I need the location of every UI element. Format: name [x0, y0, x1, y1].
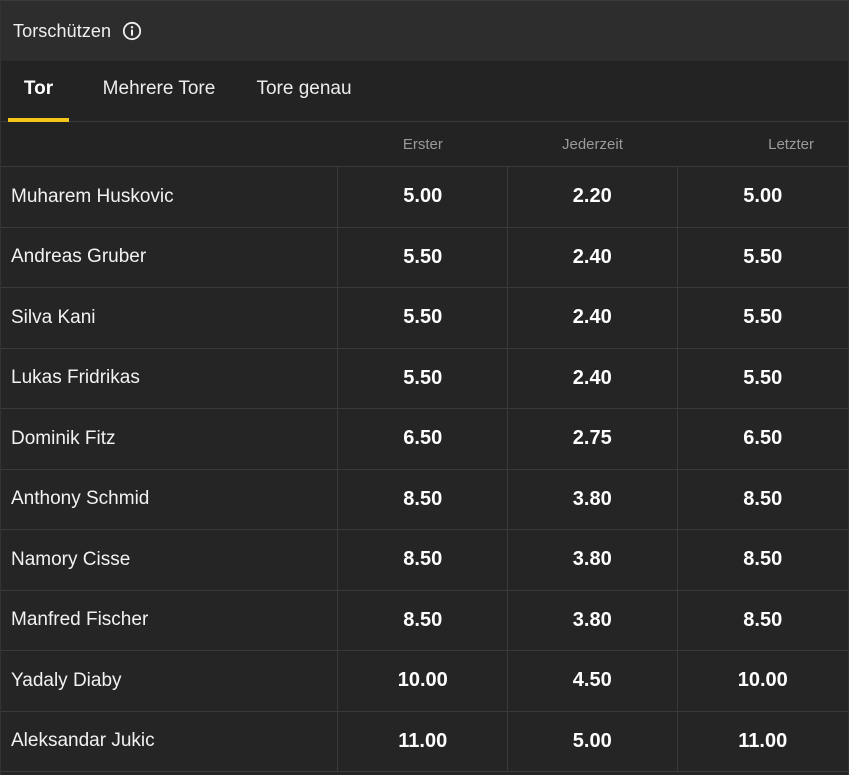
- odds-button-letzter[interactable]: 5.50: [678, 349, 848, 409]
- player-name: Lukas Fridrikas: [1, 348, 339, 408]
- odds-button-letzter[interactable]: 8.50: [678, 530, 848, 590]
- odds-button-letzter[interactable]: 10.00: [678, 651, 848, 711]
- market-title: Torschützen: [13, 20, 112, 41]
- odds-button-letzter[interactable]: 5.50: [678, 288, 848, 348]
- column-header-letzter: Letzter: [768, 135, 814, 153]
- odds-button-erster[interactable]: 6.50: [338, 409, 508, 469]
- odds-button-jederzeit[interactable]: 2.40: [508, 348, 678, 408]
- table-row: Namory Cisse 8.50 3.80 8.50: [1, 530, 848, 591]
- odds-button-jederzeit[interactable]: 2.40: [508, 227, 678, 287]
- odds-button-letzter[interactable]: 11.00: [678, 712, 848, 772]
- column-header-row: Erster Jederzeit Letzter: [1, 122, 848, 167]
- player-name: Manfred Fischer: [1, 590, 339, 650]
- player-name: Aleksandar Jukic: [1, 711, 339, 771]
- table-row: Dominik Fitz 6.50 2.75 6.50: [1, 409, 848, 470]
- market-tabs: Tor Mehrere Tore Tore genau: [1, 61, 848, 122]
- odds-button-erster[interactable]: 11.00: [338, 711, 508, 771]
- odds-button-jederzeit[interactable]: 4.50: [508, 651, 678, 711]
- odds-button-jederzeit[interactable]: 2.75: [508, 409, 678, 469]
- odds-button-letzter[interactable]: 6.50: [678, 409, 848, 469]
- odds-button-erster[interactable]: 10.00: [338, 651, 508, 711]
- column-header-erster: Erster: [402, 135, 443, 153]
- odds-button-jederzeit[interactable]: 3.80: [508, 469, 678, 529]
- odds-button-jederzeit[interactable]: 3.80: [508, 530, 678, 590]
- odds-button-erster[interactable]: 5.50: [338, 348, 508, 408]
- odds-button-letzter[interactable]: 5.50: [678, 228, 848, 288]
- info-icon[interactable]: [122, 21, 142, 41]
- odds-button-erster[interactable]: 8.50: [338, 469, 508, 529]
- odds-button-letzter[interactable]: 5.00: [678, 167, 848, 227]
- odds-button-jederzeit[interactable]: 3.80: [508, 590, 678, 650]
- odds-button-erster[interactable]: 8.50: [338, 530, 508, 590]
- odds-button-jederzeit[interactable]: 2.40: [508, 288, 678, 348]
- player-name: Namory Cisse: [1, 530, 339, 590]
- player-name: Yadaly Diaby: [1, 651, 339, 711]
- table-row: Manfred Fischer 8.50 3.80 8.50: [1, 590, 848, 651]
- table-row: Silva Kani 5.50 2.40 5.50: [1, 288, 848, 349]
- tab-tore-genau[interactable]: Tore genau: [249, 61, 359, 121]
- odds-button-erster[interactable]: 8.50: [338, 590, 508, 650]
- goalscorer-panel: Torschützen Tor Mehrere Tore Tore genau …: [0, 0, 849, 775]
- table-row: Muharem Huskovic 5.00 2.20 5.00: [1, 167, 848, 228]
- player-name: Anthony Schmid: [1, 469, 339, 529]
- odds-button-jederzeit[interactable]: 5.00: [508, 711, 678, 771]
- table-row: Andreas Gruber 5.50 2.40 5.50: [1, 227, 848, 288]
- tab-tor[interactable]: Tor: [8, 61, 69, 122]
- player-name: Silva Kani: [1, 288, 339, 348]
- odds-button-letzter[interactable]: 8.50: [678, 591, 848, 651]
- tab-mehrere-tore[interactable]: Mehrere Tore: [69, 61, 249, 121]
- odds-button-letzter[interactable]: 8.50: [678, 470, 848, 530]
- table-row: Lukas Fridrikas 5.50 2.40 5.50: [1, 348, 848, 409]
- player-name: Dominik Fitz: [1, 409, 339, 469]
- odds-button-erster[interactable]: 5.50: [338, 288, 508, 348]
- odds-button-erster[interactable]: 5.50: [338, 227, 508, 287]
- market-header: Torschützen: [1, 0, 848, 61]
- player-list: Muharem Huskovic 5.00 2.20 5.00 Andreas …: [1, 167, 848, 772]
- player-name: Andreas Gruber: [1, 227, 339, 287]
- table-row: Aleksandar Jukic 11.00 5.00 11.00: [1, 711, 848, 772]
- odds-button-erster[interactable]: 5.00: [338, 167, 508, 227]
- odds-button-jederzeit[interactable]: 2.20: [508, 167, 678, 227]
- column-header-jederzeit: Jederzeit: [562, 135, 623, 153]
- table-row: Yadaly Diaby 10.00 4.50 10.00: [1, 651, 848, 712]
- player-name: Muharem Huskovic: [1, 167, 339, 227]
- table-row: Anthony Schmid 8.50 3.80 8.50: [1, 469, 848, 530]
